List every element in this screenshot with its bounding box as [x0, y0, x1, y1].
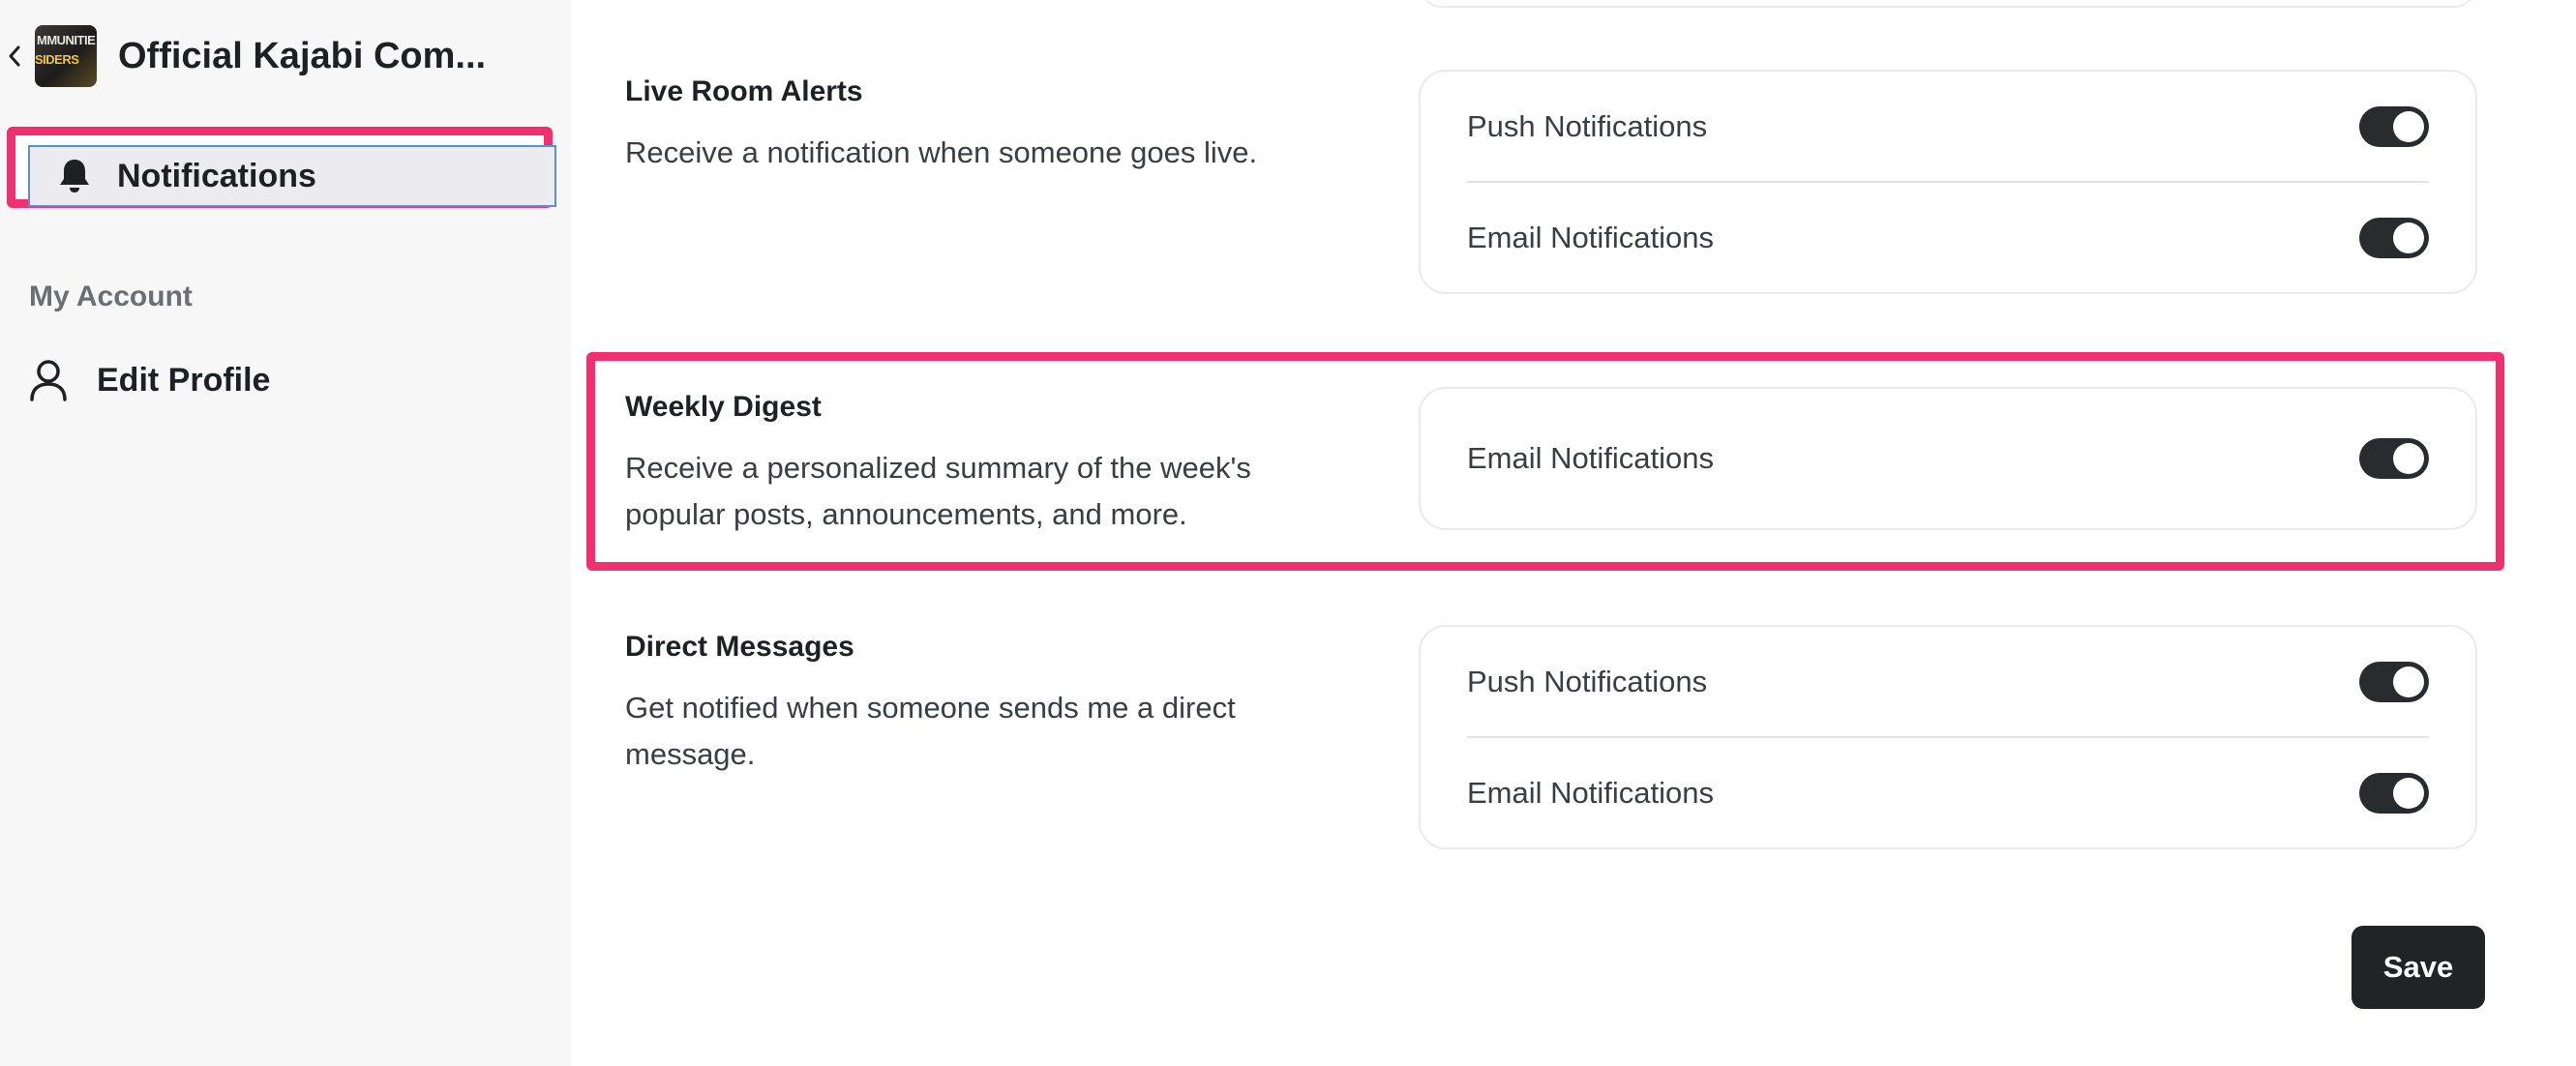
toggle-knob: [2393, 222, 2424, 253]
sidebar-item-notifications[interactable]: Notifications: [7, 127, 556, 208]
section-title: Direct Messages: [625, 631, 854, 663]
save-button[interactable]: Save: [2351, 926, 2485, 1009]
toggle-knob: [2393, 666, 2424, 697]
sidebar-item-label: Edit Profile: [97, 361, 271, 399]
community-header: MMUNITIE SIDERS Official Kajabi Com...: [0, 17, 486, 95]
row-label: Email Notifications: [1467, 775, 1714, 810]
weekly-digest-card: Email Notifications: [1419, 387, 2477, 530]
toggle-knob: [2393, 110, 2424, 142]
sidebar-item-label: Notifications: [117, 157, 316, 194]
section-title: Live Room Alerts: [625, 75, 863, 107]
direct-messages-card: Push Notifications Email Notifications: [1419, 625, 2477, 849]
settings-row: Email Notifications: [1467, 736, 2429, 847]
community-name[interactable]: Official Kajabi Com...: [118, 36, 486, 77]
settings-row: Push Notifications: [1467, 627, 2429, 736]
direct-messages-push-toggle[interactable]: [2359, 661, 2429, 702]
settings-row: Email Notifications: [1467, 181, 2429, 292]
notification-settings-panel: Live Room Alerts Receive a notification …: [571, 0, 2576, 1066]
community-logo[interactable]: MMUNITIE SIDERS: [35, 25, 97, 87]
live-room-email-toggle[interactable]: [2359, 217, 2429, 258]
toggle-knob: [2393, 443, 2424, 474]
user-icon: [27, 359, 70, 401]
description-line: message.: [625, 737, 756, 771]
sidebar: MMUNITIE SIDERS Official Kajabi Com... N…: [0, 0, 571, 1066]
settings-row: Push Notifications: [1467, 72, 2429, 181]
description-line: popular posts, announcements, and more.: [625, 497, 1187, 531]
description-line: Receive a personalized summary of the we…: [625, 451, 1251, 485]
row-label: Email Notifications: [1467, 220, 1714, 254]
section-description: Get notified when someone sends me a dir…: [625, 685, 1380, 778]
direct-messages-section: Direct Messages Get notified when someon…: [625, 631, 1380, 778]
bell-icon: [53, 158, 96, 194]
toggle-knob: [2393, 777, 2424, 809]
description-line: Get notified when someone sends me a dir…: [625, 691, 1236, 725]
live-room-alerts-section: Live Room Alerts Receive a notification …: [625, 75, 1380, 176]
back-chevron-icon[interactable]: [2, 37, 27, 75]
sidebar-item-notifications-inner[interactable]: Notifications: [28, 145, 556, 207]
live-room-alerts-card: Push Notifications Email Notifications: [1419, 70, 2477, 294]
sidebar-item-edit-profile[interactable]: Edit Profile: [21, 353, 270, 407]
row-label: Push Notifications: [1467, 108, 1708, 143]
section-description: Receive a notification when someone goes…: [625, 135, 1258, 169]
row-label: Push Notifications: [1467, 664, 1708, 698]
row-label: Email Notifications: [1467, 441, 1714, 475]
live-room-push-toggle[interactable]: [2359, 105, 2429, 147]
settings-row: Email Notifications: [1467, 389, 2429, 528]
weekly-digest-email-toggle[interactable]: [2359, 438, 2429, 479]
my-account-section-label: My Account: [29, 281, 193, 312]
logo-text-top: MMUNITIE: [37, 33, 96, 47]
logo-text-bottom: SIDERS: [35, 52, 79, 67]
section-description: Receive a personalized summary of the we…: [625, 445, 1380, 538]
previous-settings-card: [1419, 0, 2477, 8]
direct-messages-email-toggle[interactable]: [2359, 772, 2429, 814]
section-title: Weekly Digest: [625, 391, 822, 423]
weekly-digest-section: Weekly Digest Receive a personalized sum…: [625, 391, 1380, 538]
